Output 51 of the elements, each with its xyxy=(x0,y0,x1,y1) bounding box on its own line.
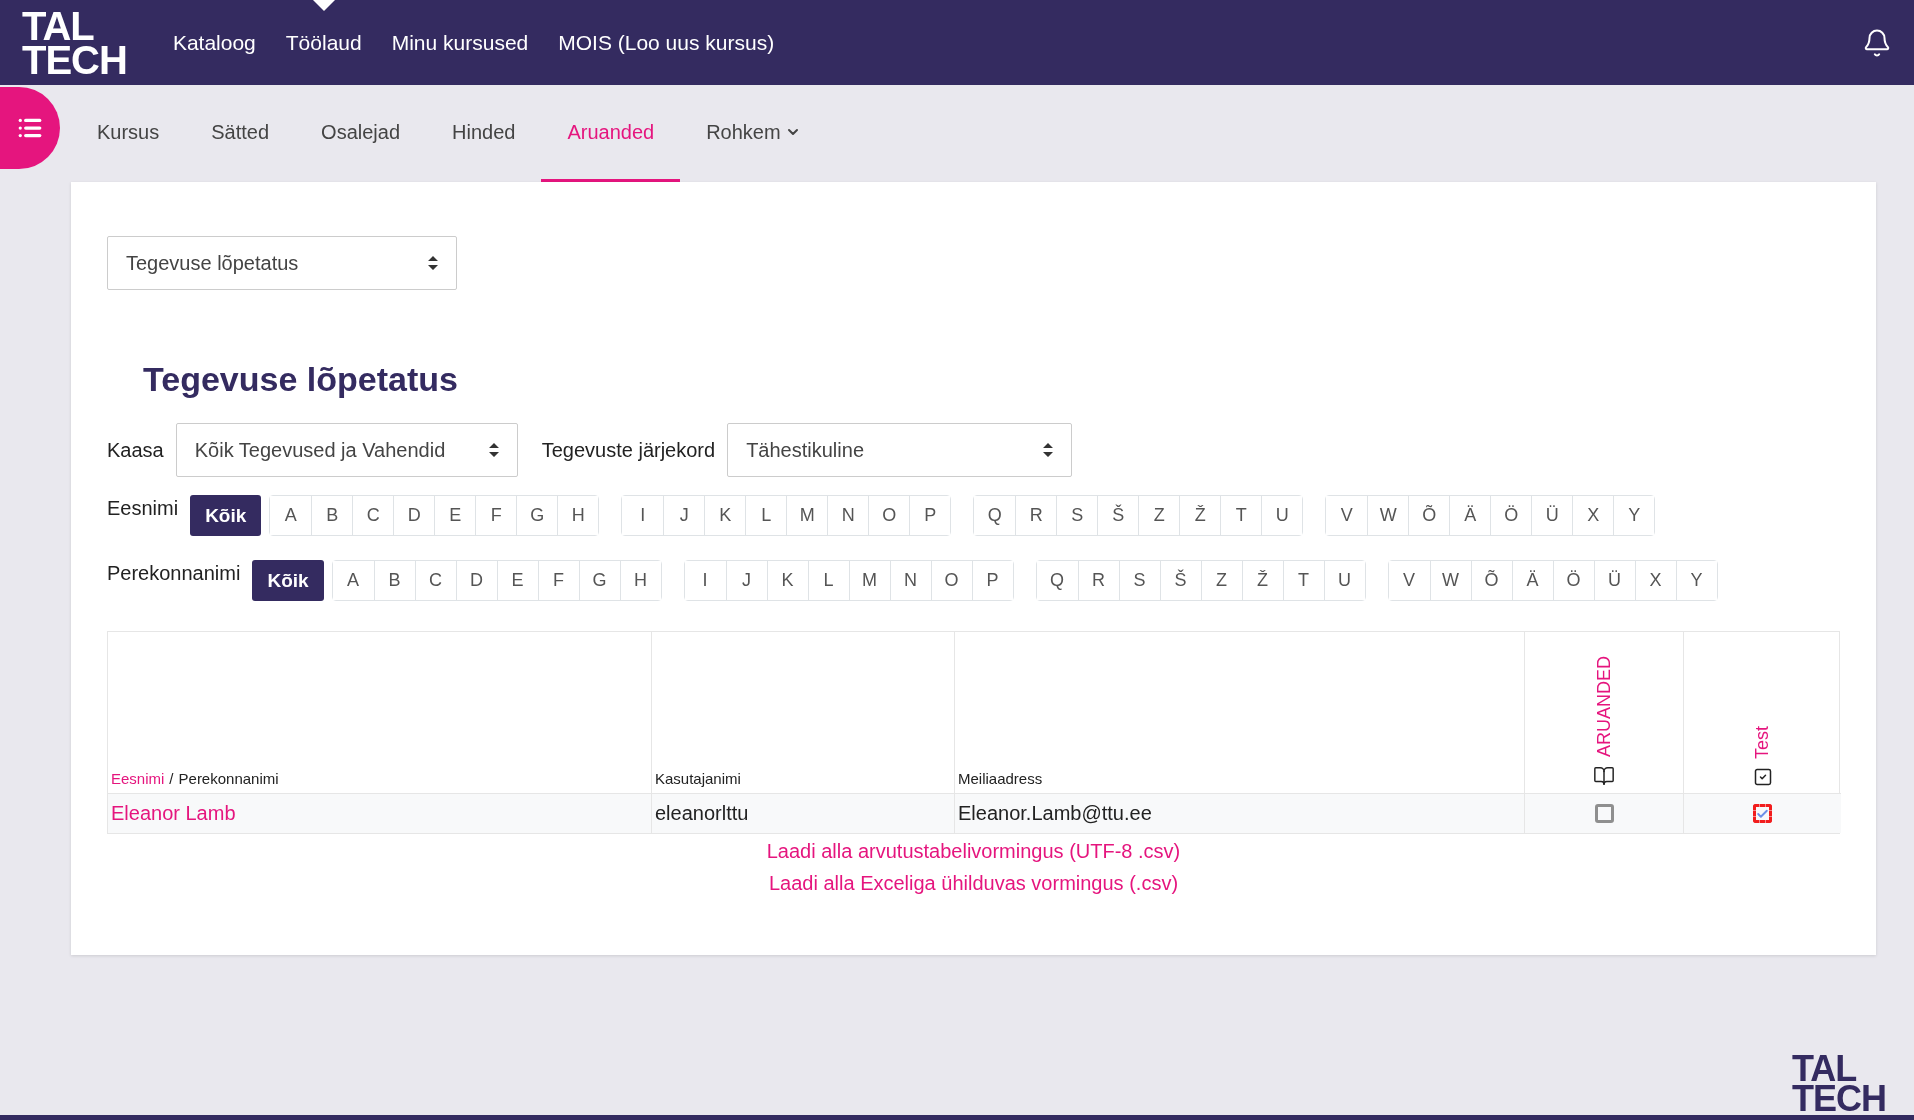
download-link[interactable]: Laadi alla arvutustabelivormingus (UTF-8 .csv) xyxy=(766,840,1181,863)
drawer-toggle-button[interactable] xyxy=(0,87,60,169)
updown-icon xyxy=(1043,443,1054,457)
initial-letter-button[interactable]: P xyxy=(909,496,951,535)
completion-checkbox[interactable] xyxy=(1594,804,1614,823)
nav-link[interactable]: Kataloog xyxy=(172,0,256,85)
updown-icon xyxy=(488,443,499,457)
column-header: Perekonnanimi xyxy=(178,770,279,787)
initial-letter-button[interactable]: H xyxy=(619,561,661,600)
logo: TAL TECH xyxy=(22,8,127,77)
nav-link[interactable]: Töölaud xyxy=(285,0,362,85)
initial-letter-button[interactable]: Y xyxy=(1613,496,1655,535)
nav-tab[interactable]: Osalejad xyxy=(295,85,426,182)
table-cell: eleanorlttu xyxy=(655,802,749,825)
user-link[interactable]: Eleanor Lamb xyxy=(111,802,236,825)
column-header: Meiliaadress xyxy=(958,770,1043,787)
sort-link[interactable]: Eesnimi xyxy=(111,770,165,787)
nav-link[interactable]: MOIS (Loo uus kursus) xyxy=(558,0,775,85)
nav-link[interactable]: Minu kursused xyxy=(391,0,529,85)
filter-select[interactable]: Kõik Tegevused ja Vahendid xyxy=(175,423,518,477)
initial-filter-label: Perekonnanimi xyxy=(107,562,241,585)
table-cell: Eleanor.Lamb@ttu.ee xyxy=(958,802,1152,825)
filter-label: Kaasa xyxy=(107,438,164,462)
nav-tab[interactable]: Hinded xyxy=(426,85,542,182)
filter-label: Tegevuste järjekord xyxy=(541,438,716,462)
nav-tab[interactable]: Sätted xyxy=(185,85,296,182)
initial-letter-button[interactable]: P xyxy=(971,561,1013,600)
initial-filter-label: Eesnimi xyxy=(107,497,179,520)
all-initials-button[interactable]: Kõik xyxy=(190,495,262,536)
completion-checkbox[interactable] xyxy=(1753,804,1772,823)
footer-logo: TAL TECH xyxy=(1792,1053,1886,1115)
notification-bell-icon[interactable] xyxy=(1862,27,1892,58)
nav-tab[interactable]: Rohkem xyxy=(680,85,827,182)
filter-select[interactable]: Tähestikuline xyxy=(727,423,1073,477)
download-link[interactable]: Laadi alla Exceliga ühilduvas vormingus (.csv) xyxy=(768,872,1179,895)
all-initials-button[interactable]: Kõik xyxy=(252,560,324,601)
nav-tab[interactable]: Kursus xyxy=(71,85,186,182)
report-select[interactable]: Tegevuse lõpetatus xyxy=(107,236,457,290)
header-separator: / xyxy=(169,770,174,787)
page-heading: Tegevuse lõpetatus xyxy=(143,360,459,399)
activity-link[interactable]: Test xyxy=(1752,726,1773,759)
initial-letter-button[interactable]: U xyxy=(1261,496,1303,535)
updown-icon xyxy=(428,256,438,270)
book-icon xyxy=(1593,765,1615,787)
active-caret-icon xyxy=(312,0,335,11)
initial-letter-button[interactable]: Y xyxy=(1675,561,1717,600)
initial-letter-button[interactable]: U xyxy=(1323,561,1365,600)
checkbox-icon xyxy=(1752,767,1773,787)
activity-link[interactable]: ARUANDED xyxy=(1593,656,1615,757)
column-header: Kasutajanimi xyxy=(655,770,741,787)
initial-letter-button[interactable]: H xyxy=(557,496,599,535)
